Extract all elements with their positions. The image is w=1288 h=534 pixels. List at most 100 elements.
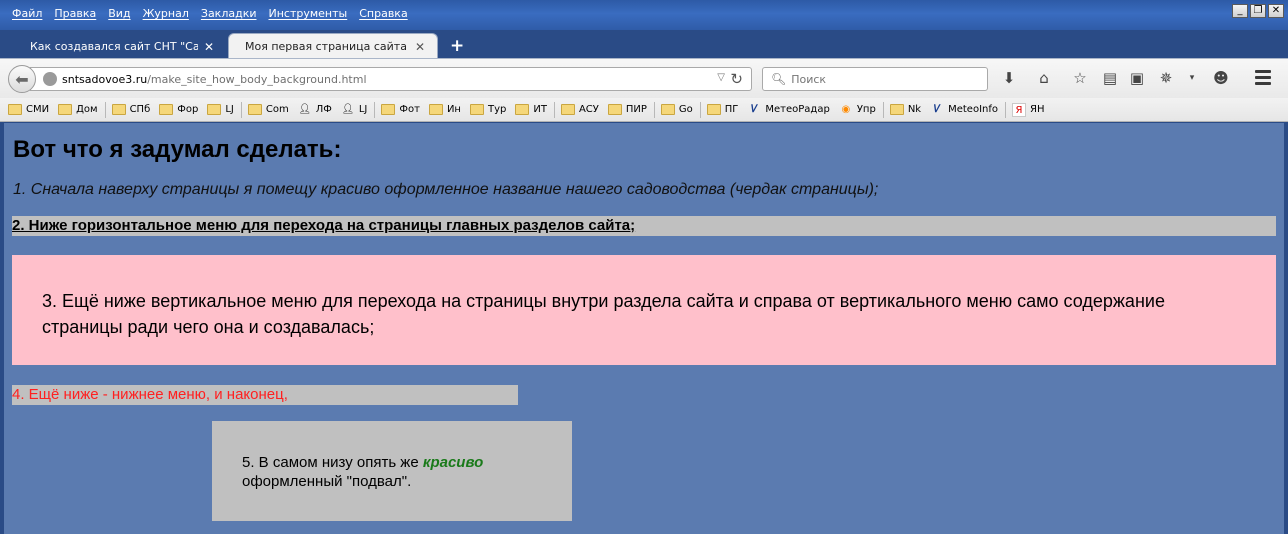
separator	[374, 101, 376, 118]
restore-button[interactable]: ❐	[1250, 4, 1266, 18]
bookmark-item[interactable]: Ин	[428, 104, 461, 115]
bookmark-item[interactable]: Фор	[159, 104, 198, 115]
menu-edit[interactable]: Правка	[48, 7, 102, 20]
menu-tools[interactable]: Инструменты	[263, 7, 354, 20]
bookmark-item[interactable]: СПб	[111, 104, 151, 115]
bookmark-item[interactable]: Дом	[58, 104, 98, 115]
separator	[882, 101, 884, 118]
separator	[699, 101, 701, 118]
bookmark-label: СПб	[129, 104, 151, 115]
bookmark-item[interactable]: 𝑉 MeteoInfo	[930, 103, 998, 117]
bookmark-item[interactable]: Nk	[889, 104, 922, 115]
bookmark-item[interactable]: Com	[247, 104, 289, 115]
bookmark-item[interactable]: ◉ Упр	[839, 103, 876, 117]
footer-text-end: оформленный "подвал".	[242, 473, 412, 490]
bookmark-star-icon[interactable]: ☆	[1071, 69, 1089, 87]
bookmark-label: Упр	[856, 104, 876, 115]
bookmark-item[interactable]: Фот	[381, 104, 420, 115]
history-dropdown-icon[interactable]: ▽	[717, 72, 725, 83]
bookmark-item[interactable]: ПИР	[607, 104, 647, 115]
menu-view[interactable]: Вид	[102, 7, 136, 20]
bookmark-item[interactable]: 👤︎ ЛФ	[298, 103, 332, 117]
reading-list-icon[interactable]: ▤	[1101, 69, 1119, 87]
bookmark-label: Фот	[399, 104, 420, 115]
search-bar[interactable]: 🔍︎	[762, 67, 988, 91]
back-arrow-icon: ⬅	[15, 69, 29, 89]
weather-icon: 𝑉	[933, 103, 941, 115]
new-tab-button[interactable]: +	[450, 36, 464, 56]
home-icon[interactable]: ⌂	[1035, 69, 1053, 87]
separator	[653, 101, 655, 118]
separator	[553, 101, 555, 118]
menu-bar: Файл Правка Вид Журнал Закладки Инструме…	[6, 7, 414, 20]
url-bar[interactable]: sntsadovoe3.ru/make_site_how_body_backgr…	[30, 67, 752, 91]
bookmark-label: Дом	[76, 104, 98, 115]
folder-icon	[560, 104, 575, 115]
tab-site-history[interactable]: Как создавался сайт СНТ "Садо... ✕	[14, 33, 226, 60]
close-window-button[interactable]: ✕	[1268, 4, 1284, 18]
download-icon[interactable]: ⬇	[1000, 69, 1018, 87]
bookmark-item[interactable]: Тур	[469, 104, 507, 115]
bookmark-label: ЯН	[1030, 104, 1045, 115]
tab-label: Как создавался сайт СНТ "Садо...	[30, 39, 198, 53]
minimize-button[interactable]: _	[1232, 4, 1248, 18]
bookmark-item[interactable]: ИТ	[515, 104, 547, 115]
plan-item-footer-block: 5. В самом низу опять же красиво оформле…	[212, 421, 572, 521]
bookmark-label: Тур	[487, 104, 507, 115]
menu-help[interactable]: Справка	[353, 7, 413, 20]
tab-strip: Как создавался сайт СНТ "Садо... ✕ Моя п…	[0, 30, 1288, 60]
plan-item-vertical-menu: 3. Ещё ниже вертикальное меню для перехо…	[42, 291, 1165, 337]
search-input[interactable]	[791, 72, 982, 86]
bookmark-item[interactable]: 𝑉 МетеоРадар	[747, 103, 830, 117]
close-tab-icon[interactable]: ✕	[415, 34, 425, 60]
footer-text-start: 5. В самом низу опять же	[242, 454, 419, 471]
bookmark-item[interactable]: ПГ	[706, 104, 738, 115]
page-heading: Вот что я задумал сделать:	[13, 136, 342, 163]
bookmark-label: Com	[265, 104, 289, 115]
url-domain: sntsadovoe3.ru	[62, 72, 148, 86]
folder-icon	[607, 104, 622, 115]
window-controls: _ ❐ ✕	[1232, 4, 1284, 18]
bookmark-label: MeteoInfo	[948, 104, 998, 115]
page-content: Вот что я задумал сделать: 1. Сначала на…	[4, 123, 1284, 534]
url-text[interactable]: sntsadovoe3.ru/make_site_how_body_backgr…	[62, 73, 367, 86]
plan-item-bottom-menu: 4. Ещё ниже - нижнее меню, и наконец,	[12, 385, 518, 405]
bookmark-item[interactable]: 👤︎ LJ	[341, 103, 368, 117]
bookmark-item[interactable]: Go	[660, 104, 693, 115]
close-tab-icon[interactable]: ✕	[204, 34, 214, 60]
screenshot-icon[interactable]: ▣	[1128, 69, 1146, 87]
separator	[104, 101, 106, 118]
bookmark-label: Nk	[907, 104, 922, 115]
menu-history[interactable]: Журнал	[137, 7, 195, 20]
footer-emphasis: красиво	[422, 454, 484, 471]
folder-icon	[660, 104, 675, 115]
bookmark-label: МетеоРадар	[765, 104, 830, 115]
bookmark-label: Go	[678, 104, 693, 115]
separator	[240, 101, 242, 118]
back-button[interactable]: ⬅	[8, 65, 36, 93]
bookmarks-toolbar: СМИ Дом СПб Фор LJ Com 👤︎ ЛФ 👤︎ LJ Фот Ин …	[0, 98, 1288, 122]
browser-window: Файл Правка Вид Журнал Закладки Инструме…	[0, 0, 1288, 534]
tab-label: Моя первая страница сайта	[245, 40, 407, 53]
navigation-toolbar: sntsadovoe3.ru/make_site_how_body_backgr…	[0, 58, 1288, 98]
menu-file[interactable]: Файл	[6, 7, 48, 20]
menu-icon[interactable]	[1255, 70, 1271, 88]
bookmark-label: ЛФ	[315, 104, 332, 115]
bookmark-item[interactable]: LJ	[207, 104, 234, 115]
reload-icon[interactable]: ↻	[730, 70, 743, 88]
extension-icon[interactable]: ✵	[1157, 69, 1175, 87]
tab-first-page[interactable]: Моя первая страница сайта ✕	[228, 33, 438, 60]
bookmark-item[interactable]: Я ЯН	[1012, 102, 1045, 117]
bookmark-label: LJ	[358, 104, 368, 115]
chevron-down-icon[interactable]: ▾	[1183, 69, 1201, 87]
smiley-icon[interactable]: ☻	[1212, 69, 1230, 87]
bookmark-item[interactable]: АСУ	[560, 104, 599, 115]
folder-icon	[381, 104, 396, 115]
folder-icon	[8, 104, 22, 115]
bookmark-item[interactable]: СМИ	[8, 104, 49, 115]
folder-icon	[469, 104, 484, 115]
rss-icon: ◉	[841, 103, 851, 115]
menu-bookmarks[interactable]: Закладки	[195, 7, 263, 20]
separator	[1005, 101, 1006, 118]
bookmark-label: СМИ	[26, 104, 50, 115]
